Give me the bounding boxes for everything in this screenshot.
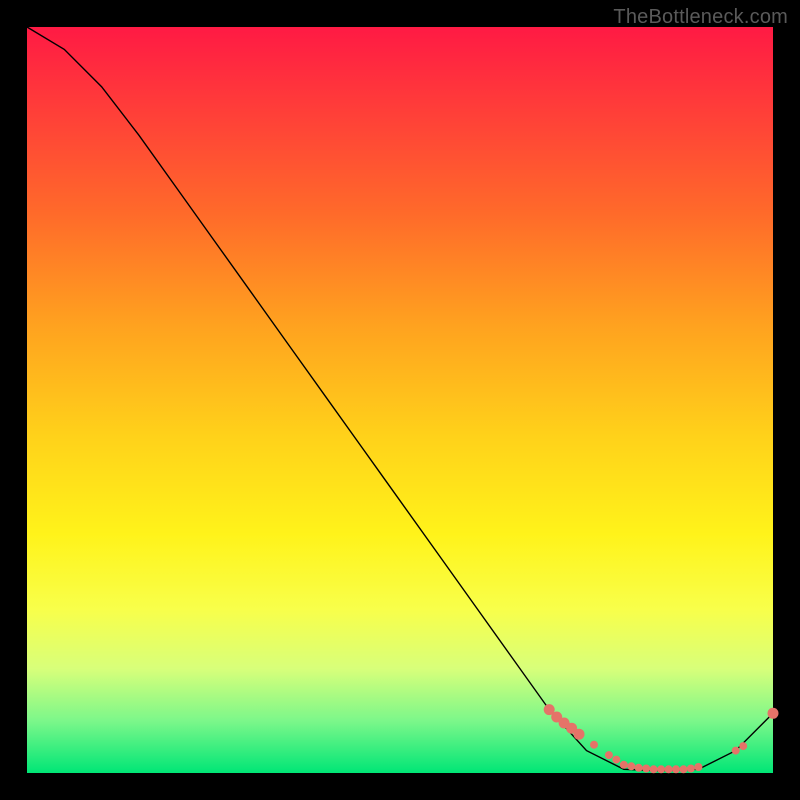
data-point bbox=[694, 763, 702, 771]
data-point bbox=[635, 764, 643, 772]
data-point bbox=[732, 747, 740, 755]
data-point bbox=[612, 756, 620, 764]
data-points bbox=[544, 704, 779, 773]
data-point bbox=[574, 729, 585, 740]
data-point bbox=[642, 765, 650, 773]
chart-svg bbox=[27, 27, 773, 773]
data-point bbox=[590, 741, 598, 749]
data-point bbox=[620, 761, 628, 769]
data-point bbox=[680, 765, 688, 773]
data-point bbox=[605, 751, 613, 759]
data-point bbox=[657, 765, 665, 773]
data-point bbox=[739, 742, 747, 750]
data-point bbox=[768, 708, 779, 719]
bottleneck-curve bbox=[27, 27, 773, 771]
data-point bbox=[665, 765, 673, 773]
data-point bbox=[627, 762, 635, 770]
data-point bbox=[672, 765, 680, 773]
data-point bbox=[687, 765, 695, 773]
data-point bbox=[650, 765, 658, 773]
watermark-text: TheBottleneck.com bbox=[613, 6, 788, 29]
